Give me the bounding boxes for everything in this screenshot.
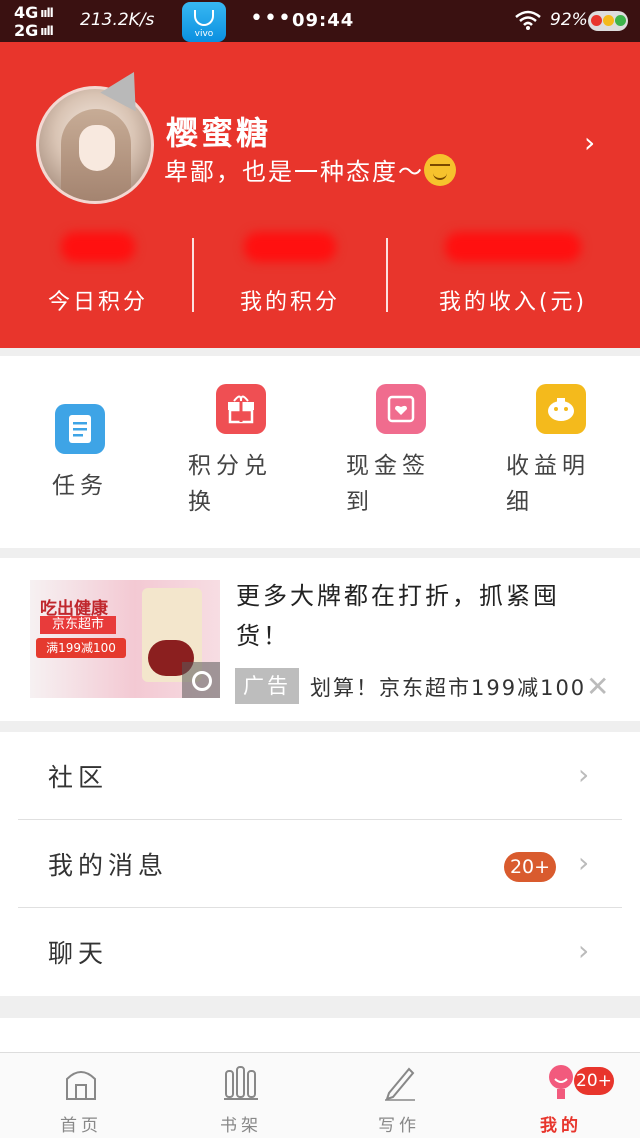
bottom-tab-bar: 首页 书架 写作 我的 20+ [0,1052,640,1138]
redacted-value [445,232,581,262]
ad-image-slogan: 吃出健康 [40,599,108,619]
label-line-2: 到 [346,489,374,515]
checkin-icon [376,384,426,434]
vivo-brand-label: vivo [194,29,214,39]
list-item-label: 聊天 [48,939,109,968]
home-icon [66,1071,96,1100]
ad-description: 划算！京东超市199减100 [310,676,587,700]
quick-task-label: 任务 [52,473,108,499]
quick-income-detail-label: 收益明 细 [506,448,616,520]
tab-notification-badge: 20+ [574,1067,614,1095]
menu-list: 社区 › 我的消息 20+ › 聊天 › [0,732,640,996]
stat-today-points[interactable]: 今日积分 [18,232,178,332]
stat-divider [192,238,194,312]
network-2g: 2G [14,21,39,40]
stat-label: 今日积分 [47,290,148,315]
list-item-chat[interactable]: 聊天 › [0,908,640,996]
chevron-right-icon: › [578,846,590,879]
app-screen: 4G ııll 2G ııll 213.2K/s vivo ••• 09:44 92… [0,0,640,1138]
redacted-value [244,232,336,262]
tab-mine[interactable]: 我的 [506,1053,616,1138]
label-line-2: 细 [506,489,534,515]
signature-text: 卑鄙，也是一种态度～ [164,158,424,186]
ad-image[interactable]: 京东超市 吃出健康 满199减100 [30,580,220,698]
tab-home[interactable]: 首页 [26,1053,136,1138]
net-speed: 213.2K/s [80,10,155,30]
stat-label: 我的收入(元) [438,290,588,315]
status-bar: 4G ııll 2G ııll 213.2K/s vivo ••• 09:44 92… [0,0,640,42]
list-item-community[interactable]: 社区 › [0,732,640,820]
chevron-right-icon: › [578,758,590,791]
ad-image-deal: 满199减100 [36,638,126,658]
bookshelf-icon [224,1066,258,1100]
task-icon [55,404,105,454]
tab-label: 首页 [60,1116,102,1136]
quick-points-exchange-label: 积分兑 换 [188,448,298,520]
battery-icon [588,11,628,31]
quick-menu: 任务 积分兑 换 现金签 到 收益明 细 [0,356,640,548]
wifi-icon [515,10,541,30]
label-line-1: 现金签 [346,453,430,479]
smile-emoji-icon [424,154,456,186]
list-item-label: 我的消息 [48,851,169,880]
redacted-value [61,232,135,262]
tab-label: 我的 [540,1116,582,1136]
ad-refresh-icon[interactable] [182,662,220,698]
stat-label: 我的积分 [239,290,340,315]
piggybank-icon [536,384,586,434]
tab-bookshelf[interactable]: 书架 [186,1053,296,1138]
ad-badge: 广告 [235,668,299,704]
signal-icon: ııll [40,24,53,38]
profile-header[interactable]: 樱蜜糖 卑鄙，也是一种态度～ › 今日积分 我的积分 我的收入(元) [0,42,640,348]
list-item-label: 社区 [48,763,109,792]
more-notifications-icon: ••• [250,6,292,31]
signal-icon: ııll [40,6,53,20]
battery-level: 92% [550,10,588,30]
chevron-right-icon[interactable]: › [584,126,595,159]
vivo-store-icon: vivo [182,2,226,42]
quick-cash-checkin-label: 现金签 到 [346,448,456,520]
network-indicator: 4G ııll 2G ııll [14,3,54,40]
label-line-2: 换 [188,489,216,515]
list-item-messages[interactable]: 我的消息 20+ › [0,820,640,908]
signature: 卑鄙，也是一种态度～ [164,152,456,187]
ad-banner[interactable]: 京东超市 吃出健康 满199减100 更多大牌都在打折，抓紧囤货！ 广告 划算！… [0,558,640,721]
ad-title[interactable]: 更多大牌都在打折，抓紧囤货！ [236,576,606,656]
stat-divider [386,238,388,312]
gift-icon [216,384,266,434]
message-count-badge: 20+ [504,852,556,882]
chevron-right-icon: › [578,934,590,967]
network-4g: 4G [14,3,39,22]
tab-label: 写作 [378,1116,420,1136]
label-line-1: 收益明 [506,453,590,479]
stat-my-income[interactable]: 我的收入(元) [406,232,620,332]
stat-my-points[interactable]: 我的积分 [210,232,370,332]
pen-icon [385,1067,415,1101]
tab-write[interactable]: 写作 [344,1053,454,1138]
label-line-1: 积分兑 [188,453,272,479]
tab-label: 书架 [220,1116,262,1136]
nickname: 樱蜜糖 [166,114,272,152]
close-icon[interactable]: ✕ [586,670,609,703]
clock: 09:44 [292,10,355,31]
